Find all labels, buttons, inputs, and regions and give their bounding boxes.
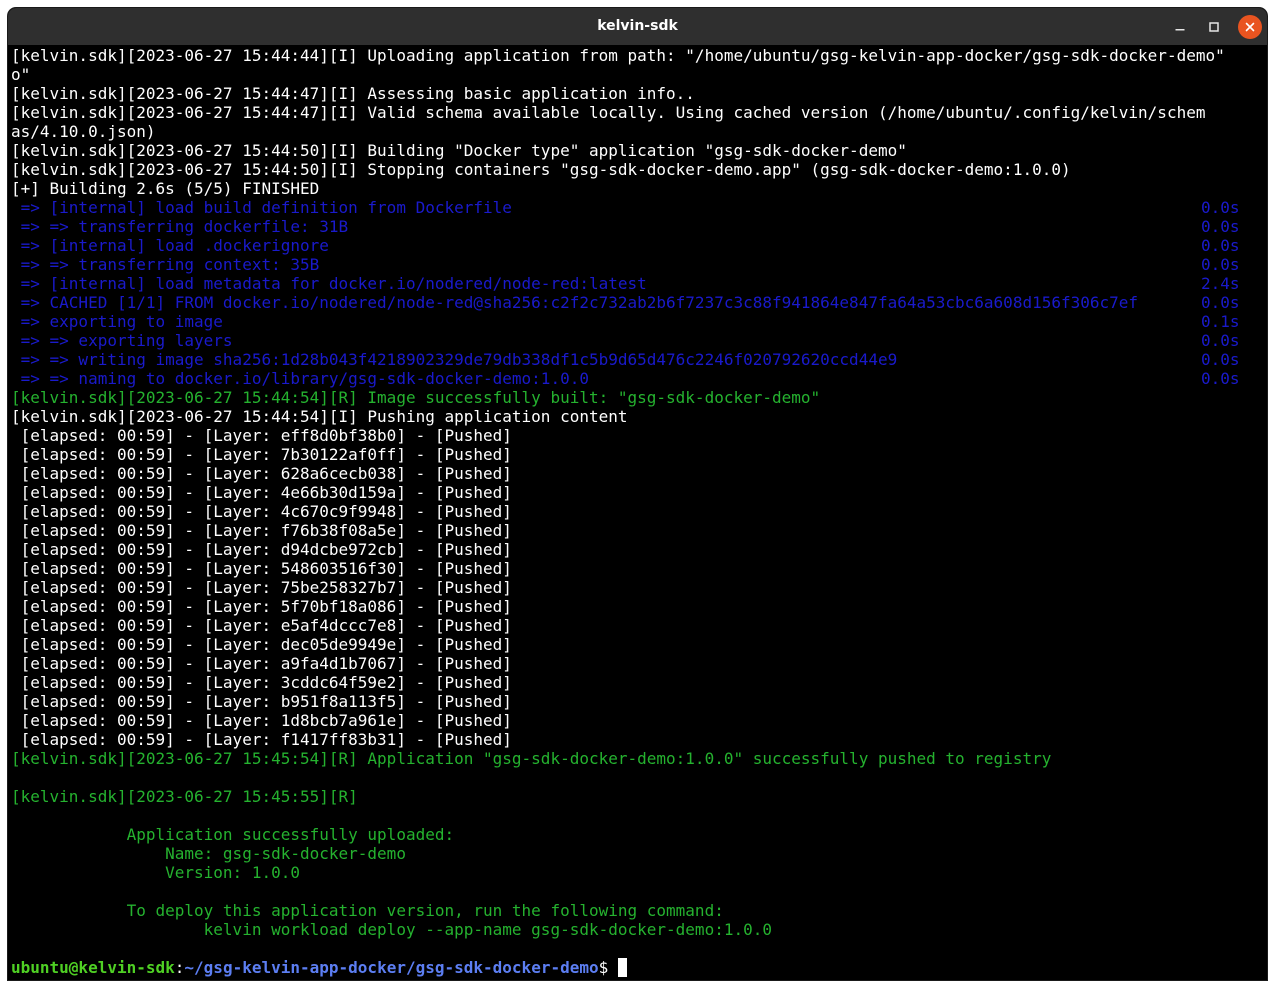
layer-line: [elapsed: 00:59] - [Layer: eff8d0bf38b0]… xyxy=(11,426,512,445)
build-step: => CACHED [1/1] FROM docker.io/nodered/n… xyxy=(11,293,1267,312)
window-title: kelvin-sdk xyxy=(597,18,678,34)
upload-success-line: Application successfully uploaded: xyxy=(11,825,455,844)
layer-line: [elapsed: 00:59] - [Layer: 4c670c9f9948]… xyxy=(11,502,512,521)
build-step: => => transferring dockerfile: 31B 0.0s xyxy=(11,217,1267,236)
prompt-symbol: $ xyxy=(598,958,618,977)
close-icon[interactable] xyxy=(1238,15,1262,39)
layer-line: [elapsed: 00:59] - [Layer: f1417ff83b31]… xyxy=(11,730,512,749)
build-step: => => writing image sha256:1d28b043f4218… xyxy=(11,350,1267,369)
layer-line: [elapsed: 00:59] - [Layer: f76b38f08a5e]… xyxy=(11,521,512,540)
title-bar[interactable]: kelvin-sdk xyxy=(8,8,1267,45)
log-line: [kelvin.sdk][2023-06-27 15:44:47][I] Val… xyxy=(11,103,1206,122)
minimize-icon[interactable] xyxy=(1168,15,1192,39)
build-step-text: => => writing image sha256:1d28b043f4218… xyxy=(11,350,898,369)
build-step-text: => => exporting layers xyxy=(11,331,233,350)
layer-line: [elapsed: 00:59] - [Layer: dec05de9949e]… xyxy=(11,635,512,654)
build-step: => => exporting layers 0.0s xyxy=(11,331,1267,350)
build-step-duration: 0.1s xyxy=(1201,312,1240,331)
build-step-text: => => transferring dockerfile: 31B xyxy=(11,217,349,236)
layer-line: [elapsed: 00:59] - [Layer: 3cddc64f59e2]… xyxy=(11,673,512,692)
build-step-text: => CACHED [1/1] FROM docker.io/nodered/n… xyxy=(11,293,1139,312)
layer-line: [elapsed: 00:59] - [Layer: 548603516f30]… xyxy=(11,559,512,578)
build-step-duration: 0.0s xyxy=(1201,331,1240,350)
text-cursor xyxy=(617,958,627,977)
pushing-line: [kelvin.sdk][2023-06-27 15:44:54][I] Pus… xyxy=(11,407,628,426)
layer-line: [elapsed: 00:59] - [Layer: 75be258327b7]… xyxy=(11,578,512,597)
build-step: => [internal] load build definition from… xyxy=(11,198,1267,217)
log-line: [kelvin.sdk][2023-06-27 15:44:50][I] Sto… xyxy=(11,160,1071,179)
layer-line: [elapsed: 00:59] - [Layer: 7b30122af0ff]… xyxy=(11,445,512,464)
build-step-duration: 0.0s xyxy=(1201,236,1240,255)
result-header-line: [kelvin.sdk][2023-06-27 15:45:55][R] xyxy=(11,787,358,806)
image-built-line: [kelvin.sdk][2023-06-27 15:44:54][R] Ima… xyxy=(11,388,821,407)
build-step: => [internal] load metadata for docker.i… xyxy=(11,274,1267,293)
build-step-duration: 0.0s xyxy=(1201,255,1240,274)
build-step-text: => [internal] load .dockerignore xyxy=(11,236,329,255)
build-step-text: => exporting to image xyxy=(11,312,223,331)
scrollbar[interactable] xyxy=(1258,48,1266,978)
layer-line: [elapsed: 00:59] - [Layer: e5af4dccc7e8]… xyxy=(11,616,512,635)
app-name-line: Name: gsg-sdk-docker-demo xyxy=(11,844,406,863)
build-step-duration: 0.0s xyxy=(1201,198,1240,217)
log-line: [+] Building 2.6s (5/5) FINISHED xyxy=(11,179,320,198)
shell-prompt[interactable]: ubuntu@kelvin-sdk:~/gsg-kelvin-app-docke… xyxy=(11,958,1267,977)
log-line: [kelvin.sdk][2023-06-27 15:44:47][I] Ass… xyxy=(11,84,695,103)
build-step-text: => [internal] load metadata for docker.i… xyxy=(11,274,647,293)
build-step-duration: 0.0s xyxy=(1201,369,1240,388)
prompt-user-host: ubuntu@kelvin-sdk xyxy=(11,958,175,977)
layer-line: [elapsed: 00:59] - [Layer: b951f8a113f5]… xyxy=(11,692,512,711)
app-version-line: Version: 1.0.0 xyxy=(11,863,300,882)
build-step-text: => => transferring context: 35B xyxy=(11,255,320,274)
terminal-window: kelvin-sdk [kelvin.sdk][2023-06-27 15:44… xyxy=(8,8,1267,980)
log-line: [kelvin.sdk][2023-06-27 15:44:44][I] Upl… xyxy=(11,46,1225,65)
log-line: [kelvin.sdk][2023-06-27 15:44:50][I] Bui… xyxy=(11,141,907,160)
deploy-hint-line: To deploy this application version, run … xyxy=(11,901,724,920)
build-step: => => transferring context: 35B 0.0s xyxy=(11,255,1267,274)
log-line: o" xyxy=(11,65,31,84)
terminal-output[interactable]: [kelvin.sdk][2023-06-27 15:44:44][I] Upl… xyxy=(11,45,1267,980)
layer-line: [elapsed: 00:59] - [Layer: d94dcbe972cb]… xyxy=(11,540,512,559)
build-step: => [internal] load .dockerignore 0.0s xyxy=(11,236,1267,255)
build-step: => exporting to image 0.1s xyxy=(11,312,1267,331)
build-step-text: => [internal] load build definition from… xyxy=(11,198,512,217)
deploy-command-line: kelvin workload deploy --app-name gsg-sd… xyxy=(11,920,772,939)
layer-line: [elapsed: 00:59] - [Layer: a9fa4d1b7067]… xyxy=(11,654,512,673)
build-step-duration: 0.0s xyxy=(1201,293,1240,312)
layer-line: [elapsed: 00:59] - [Layer: 5f70bf18a086]… xyxy=(11,597,512,616)
maximize-icon[interactable] xyxy=(1202,15,1226,39)
prompt-path: ~/gsg-kelvin-app-docker/gsg-sdk-docker-d… xyxy=(184,958,599,977)
build-step: => => naming to docker.io/library/gsg-sd… xyxy=(11,369,1267,388)
build-step-duration: 2.4s xyxy=(1201,274,1240,293)
layer-line: [elapsed: 00:59] - [Layer: 628a6cecb038]… xyxy=(11,464,512,483)
build-step-text: => => naming to docker.io/library/gsg-sd… xyxy=(11,369,589,388)
log-line: as/4.10.0.json) xyxy=(11,122,156,141)
layer-line: [elapsed: 00:59] - [Layer: 4e66b30d159a]… xyxy=(11,483,512,502)
layer-line: [elapsed: 00:59] - [Layer: 1d8bcb7a961e]… xyxy=(11,711,512,730)
pushed-line: [kelvin.sdk][2023-06-27 15:45:54][R] App… xyxy=(11,749,1052,768)
build-step-duration: 0.0s xyxy=(1201,350,1240,369)
prompt-separator: : xyxy=(174,958,185,977)
build-step-duration: 0.0s xyxy=(1201,217,1240,236)
